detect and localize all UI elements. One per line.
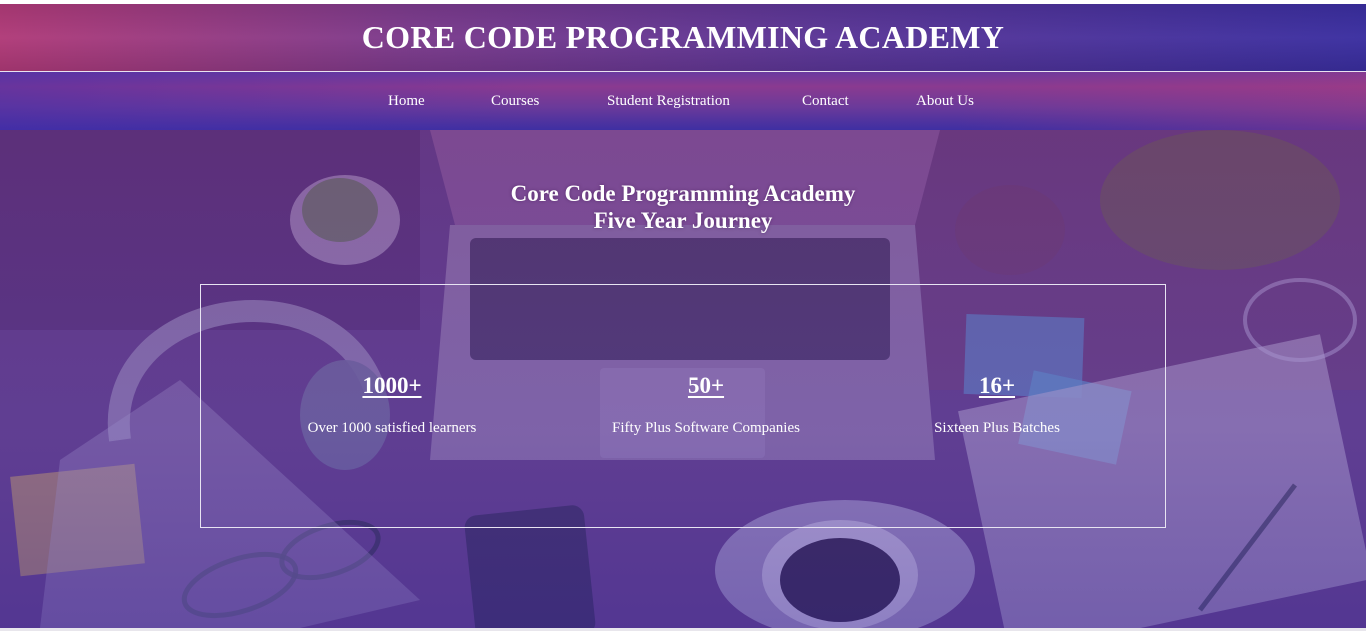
stat-value: 16+ <box>978 373 1016 398</box>
stat-label: Over 1000 satisfied learners <box>307 420 477 436</box>
site-header: CORE CODE PROGRAMMING ACADEMY <box>0 4 1366 71</box>
nav-about-us-link[interactable]: About Us <box>916 72 974 130</box>
site-title: CORE CODE PROGRAMMING ACADEMY <box>361 19 1005 55</box>
stats-box: 1000+ Over 1000 satisfied learners 50+ F… <box>200 284 1166 528</box>
main-nav: Home Courses Student Registration Contac… <box>0 72 1366 130</box>
hero-section: Core Code Programming Academy Five Year … <box>0 130 1366 628</box>
nav-student-registration-link[interactable]: Student Registration <box>607 72 730 130</box>
nav-home-link[interactable]: Home <box>388 72 425 130</box>
nav-courses-link[interactable]: Courses <box>491 72 539 130</box>
hero-heading-line2: Five Year Journey <box>593 208 773 233</box>
nav-contact-link[interactable]: Contact <box>802 72 849 130</box>
stat-label: Fifty Plus Software Companies <box>612 420 800 436</box>
stat-label: Sixteen Plus Batches <box>934 420 1060 436</box>
stat-value: 50+ <box>687 373 725 398</box>
stat-value: 1000+ <box>362 373 422 398</box>
hero-heading-line1: Core Code Programming Academy <box>510 181 856 206</box>
page: CORE CODE PROGRAMMING ACADEMY Home Cours… <box>0 0 1366 631</box>
